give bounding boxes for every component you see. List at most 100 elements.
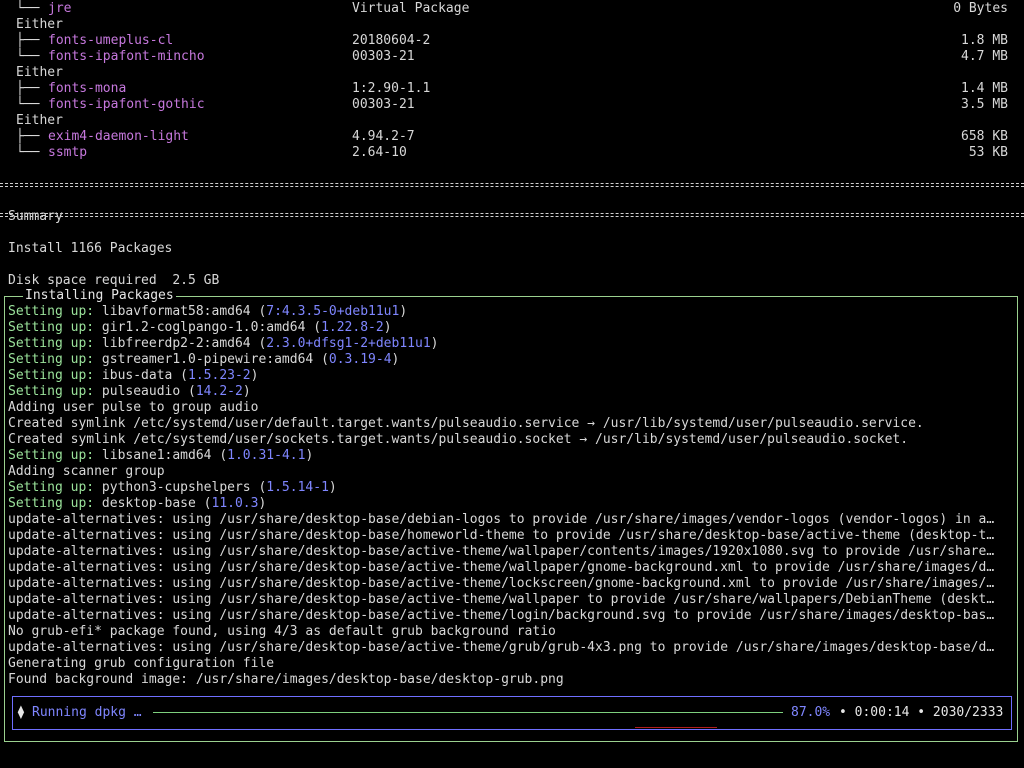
log-line: update-alternatives: using /usr/share/de… xyxy=(8,608,1020,624)
either-group-label: Either xyxy=(0,17,1024,33)
either-label: Either xyxy=(16,65,63,80)
tree-branch: └── xyxy=(16,97,40,112)
log-line: Setting up: libavformat58:amd64 (7:4.3.5… xyxy=(8,304,1020,320)
log-package: desktop-base ( xyxy=(94,496,212,511)
log-version: 2.3.0+dfsg1-2+deb11u1 xyxy=(266,336,431,351)
install-log[interactable]: Setting up: libavformat58:amd64 (7:4.3.5… xyxy=(8,304,1020,688)
log-text: Created symlink /etc/systemd/user/socket… xyxy=(8,432,909,447)
log-package: libavformat58:amd64 ( xyxy=(94,304,267,319)
tree-branch: ├── xyxy=(16,33,40,48)
log-package: pulseaudio ( xyxy=(94,384,196,399)
package-name: jre xyxy=(48,1,72,16)
tree-branch: ├── xyxy=(16,81,40,96)
progress-bar xyxy=(153,712,783,728)
log-suffix: ) xyxy=(430,336,439,351)
log-text: Generating grub configuration file xyxy=(8,656,275,671)
log-text: update-alternatives: using /usr/share/de… xyxy=(8,560,995,575)
progress-percent: 87.0% xyxy=(791,705,831,720)
log-package: libfreerdp2-2:amd64 ( xyxy=(94,336,267,351)
log-line: Setting up: libfreerdp2-2:amd64 (2.3.0+d… xyxy=(8,336,1020,352)
package-name: fonts-ipafont-mincho xyxy=(48,49,205,64)
progress-bar-remaining xyxy=(635,727,717,728)
log-text: Created symlink /etc/systemd/user/defaul… xyxy=(8,416,924,431)
package-row: └── ssmtp 2.64-10 53 KB xyxy=(0,145,1024,161)
log-line: Setting up: pulseaudio (14.2-2) xyxy=(8,384,1020,400)
package-size: 1.4 MB xyxy=(961,81,1008,96)
log-line: Setting up: gstreamer1.0-pipewire:amd64 … xyxy=(8,352,1020,368)
log-line: update-alternatives: using /usr/share/de… xyxy=(8,576,1020,592)
log-text: update-alternatives: using /usr/share/de… xyxy=(8,592,995,607)
package-size: 0 Bytes xyxy=(953,1,1008,16)
log-line: Adding user pulse to group audio xyxy=(8,400,1020,416)
log-suffix: ) xyxy=(250,368,259,383)
log-suffix: ) xyxy=(305,448,314,463)
log-line: Setting up: gir1.2-coglpango-1.0:amd64 (… xyxy=(8,320,1020,336)
package-row: ├── fonts-umeplus-cl 20180604-2 1.8 MB xyxy=(0,33,1024,49)
log-prefix: Setting up: xyxy=(8,304,95,319)
log-text: Adding scanner group xyxy=(8,464,165,479)
tree-branch: └── xyxy=(16,1,40,16)
summary-heading-row: Summary xyxy=(0,193,1024,224)
package-row: ├── exim4-daemon-light 4.94.2-7 658 KB xyxy=(0,129,1024,145)
log-text: update-alternatives: using /usr/share/de… xyxy=(8,608,995,623)
log-line: update-alternatives: using /usr/share/de… xyxy=(8,560,1020,576)
package-version: 4.94.2-7 xyxy=(352,129,415,144)
progress-box: ⧫ Running dpkg … 87.0% • 0:00:14 • 2030/… xyxy=(12,696,1012,730)
either-group-label: Either xyxy=(0,65,1024,81)
install-count: Install 1166 Packages xyxy=(8,241,173,256)
log-text: update-alternatives: using /usr/share/de… xyxy=(8,528,995,543)
log-prefix: Setting up: xyxy=(8,336,95,351)
log-line: Found background image: /usr/share/image… xyxy=(8,672,1020,688)
log-line: Created symlink /etc/systemd/user/defaul… xyxy=(8,416,1020,432)
log-line: update-alternatives: using /usr/share/de… xyxy=(8,528,1020,544)
log-suffix: ) xyxy=(328,480,337,495)
package-size: 3.5 MB xyxy=(961,97,1008,112)
log-line: Created symlink /etc/systemd/user/socket… xyxy=(8,432,1020,448)
log-line: update-alternatives: using /usr/share/de… xyxy=(8,512,1020,528)
summary-heading: Summary xyxy=(8,209,63,224)
log-version: 1.5.23-2 xyxy=(188,368,251,383)
package-name: fonts-ipafont-gothic xyxy=(48,97,205,112)
package-version: 2.64-10 xyxy=(352,145,407,160)
log-suffix: ) xyxy=(391,352,400,367)
package-size: 1.8 MB xyxy=(961,33,1008,48)
tree-branch: ├── xyxy=(16,129,40,144)
log-package: ibus-data ( xyxy=(94,368,189,383)
either-group-label: Either xyxy=(0,113,1024,129)
log-line: update-alternatives: using /usr/share/de… xyxy=(8,544,1020,560)
log-line: Adding scanner group xyxy=(8,464,1020,480)
log-suffix: ) xyxy=(258,496,267,511)
log-version: 14.2-2 xyxy=(195,384,243,399)
log-package: gir1.2-coglpango-1.0:amd64 ( xyxy=(94,320,322,335)
package-row: └── fonts-ipafont-mincho 00303-21 4.7 MB xyxy=(0,49,1024,65)
package-name: fonts-mona xyxy=(48,81,127,96)
log-prefix: Setting up: xyxy=(8,352,95,367)
log-text: Adding user pulse to group audio xyxy=(8,400,259,415)
package-size: 658 KB xyxy=(961,129,1008,144)
package-row: ├── fonts-mona 1:2.90-1.1 1.4 MB xyxy=(0,81,1024,97)
tree-branch: └── xyxy=(16,49,40,64)
log-line: Setting up: python3-cupshelpers (1.5.14-… xyxy=(8,480,1020,496)
log-package: python3-cupshelpers ( xyxy=(94,480,267,495)
either-label: Either xyxy=(16,17,63,32)
log-suffix: ) xyxy=(399,304,408,319)
log-line: No grub-efi* package found, using 4/3 as… xyxy=(8,624,1020,640)
log-version: 11.0.3 xyxy=(211,496,259,511)
log-line: Setting up: ibus-data (1.5.23-2) xyxy=(8,368,1020,384)
log-prefix: Setting up: xyxy=(8,320,95,335)
log-line: update-alternatives: using /usr/share/de… xyxy=(8,640,1020,656)
package-version: Virtual Package xyxy=(352,1,470,16)
install-count-row: Install 1166 Packages xyxy=(0,225,1024,256)
package-row: └── jre Virtual Package 0 Bytes xyxy=(0,1,1024,17)
log-text: update-alternatives: using /usr/share/de… xyxy=(8,512,995,527)
package-name: exim4-daemon-light xyxy=(48,129,189,144)
tree-branch: └── xyxy=(16,145,40,160)
package-version: 1:2.90-1.1 xyxy=(352,81,431,96)
disk-space-row: Disk space required 2.5 GB xyxy=(0,257,1024,288)
progress-stats: • 0:00:14 • 2030/2333 xyxy=(839,705,1004,720)
progress-label: Running dpkg … xyxy=(32,705,142,720)
log-version: 1.22.8-2 xyxy=(321,320,384,335)
panel-title: Installing Packages xyxy=(23,288,176,303)
package-version: 20180604-2 xyxy=(352,33,431,48)
log-prefix: Setting up: xyxy=(8,496,95,511)
